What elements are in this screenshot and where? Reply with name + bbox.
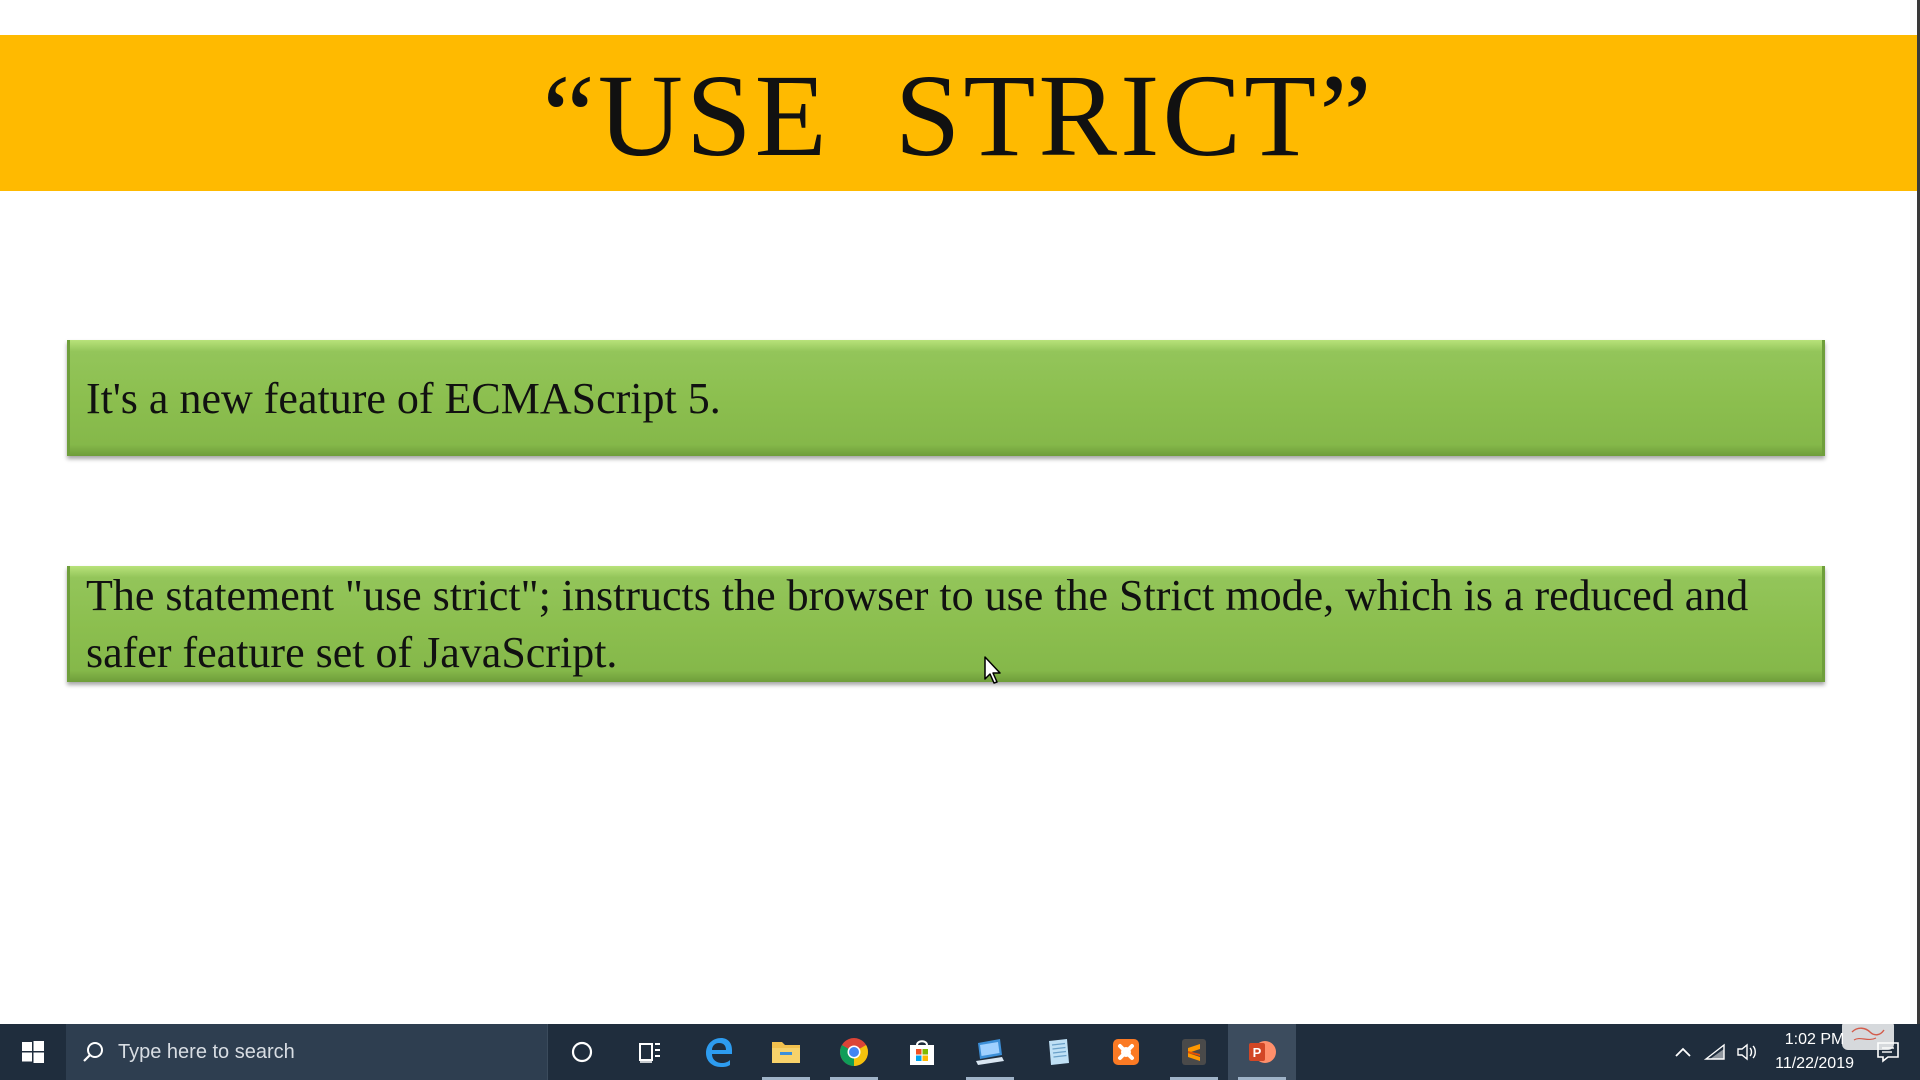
taskbar-search-box[interactable]: Type here to search xyxy=(66,1024,548,1080)
sublime-text-taskbar-button[interactable] xyxy=(1160,1024,1228,1080)
slide-title: “USE STRICT” xyxy=(542,50,1375,181)
taskbar: Type here to search P 1:02 PM 11/22/2019 xyxy=(0,1024,1920,1080)
xampp-icon xyxy=(1113,1039,1139,1065)
search-placeholder: Type here to search xyxy=(118,1040,295,1063)
cortana-button[interactable] xyxy=(548,1024,616,1080)
screen: “USE STRICT” It's a new feature of ECMAS… xyxy=(0,0,1920,1080)
edge-taskbar-button[interactable] xyxy=(684,1024,752,1080)
windows-logo-icon xyxy=(22,1041,44,1063)
show-hidden-icons-button[interactable] xyxy=(1667,1046,1699,1058)
speaker-icon xyxy=(1737,1043,1757,1061)
channel-logo-icon xyxy=(1842,1020,1894,1050)
powerpoint-taskbar-button[interactable]: P xyxy=(1228,1024,1296,1080)
task-view-button[interactable] xyxy=(616,1024,684,1080)
chrome-taskbar-button[interactable] xyxy=(820,1024,888,1080)
remote-desktop-taskbar-button[interactable] xyxy=(956,1024,1024,1080)
notepad-icon xyxy=(1049,1039,1069,1065)
file-explorer-icon xyxy=(772,1042,800,1063)
search-icon xyxy=(83,1042,103,1062)
chevron-up-icon xyxy=(1675,1047,1691,1057)
title-band: “USE STRICT” xyxy=(0,35,1917,191)
powerpoint-icon: P xyxy=(1249,1041,1276,1063)
svg-text:P: P xyxy=(1253,1045,1262,1060)
task-view-icon xyxy=(639,1043,660,1063)
presentation-slide: “USE STRICT” It's a new feature of ECMAS… xyxy=(0,0,1920,1024)
wifi-icon xyxy=(1704,1043,1725,1060)
bullet-text-1: It's a new feature of ECMAScript 5. xyxy=(86,373,721,423)
remote-desktop-icon xyxy=(976,1039,1004,1065)
start-button[interactable] xyxy=(0,1024,66,1080)
clock-date: 11/22/2019 xyxy=(1775,1055,1854,1072)
file-explorer-taskbar-button[interactable] xyxy=(752,1024,820,1080)
volume-button[interactable] xyxy=(1731,1043,1763,1061)
edge-icon xyxy=(706,1038,732,1067)
cortana-icon xyxy=(571,1041,593,1063)
xampp-taskbar-button[interactable] xyxy=(1092,1024,1160,1080)
sublime-text-icon xyxy=(1182,1039,1206,1065)
bullet-box-1: It's a new feature of ECMAScript 5. xyxy=(67,340,1825,456)
network-button[interactable] xyxy=(1699,1043,1731,1061)
mouse-cursor-icon xyxy=(984,656,1001,684)
chrome-icon xyxy=(840,1038,868,1066)
store-icon xyxy=(910,1040,934,1065)
bullet-text-2: The statement "use strict"; instructs th… xyxy=(86,571,1749,677)
notepad-taskbar-button[interactable] xyxy=(1024,1024,1092,1080)
bullet-box-2: The statement "use strict"; instructs th… xyxy=(67,566,1825,682)
store-taskbar-button[interactable] xyxy=(888,1024,956,1080)
